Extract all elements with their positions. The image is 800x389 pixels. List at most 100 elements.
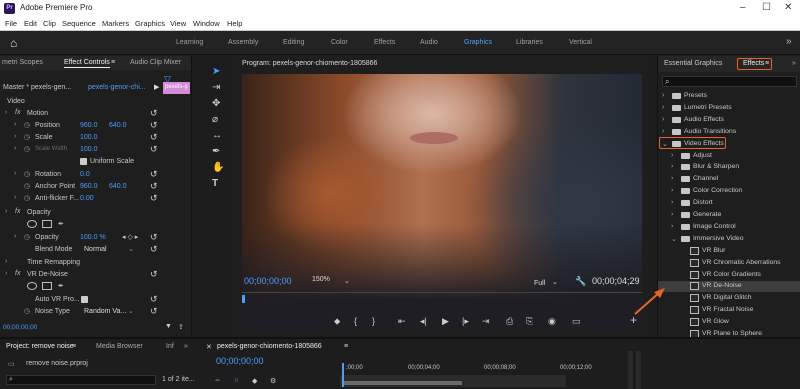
opacity-row[interactable]: › fx Opacity (0, 207, 192, 219)
effects-tree-item[interactable]: VR Digital Glitch (658, 293, 800, 304)
menu-window[interactable]: Window (193, 19, 220, 28)
chevron-right-icon[interactable]: › (662, 128, 664, 135)
pen-mask-icon[interactable]: ✒ (58, 220, 64, 228)
workspace-graphics[interactable]: Graphics (464, 39, 492, 46)
minimize-icon[interactable]: – (740, 2, 746, 13)
effects-tree-item[interactable]: VR Chromatic Aberrations (658, 258, 800, 269)
chevron-right-icon[interactable]: › (662, 116, 664, 123)
add-marker-icon[interactable]: ◆ (252, 377, 257, 385)
wrench-icon[interactable]: ⚙ (270, 377, 276, 385)
chevron-down-icon[interactable]: ⌄ (671, 235, 677, 243)
tab-info[interactable]: Inf (166, 343, 174, 350)
selection-tool-icon[interactable]: ➤ (212, 66, 220, 77)
stopwatch-icon[interactable]: ◷ (24, 170, 30, 178)
effects-tree-item[interactable]: › Distort (658, 198, 800, 209)
chevron-right-icon[interactable]: › (671, 163, 673, 170)
rectangle-mask-icon[interactable] (42, 220, 52, 228)
menu-file[interactable]: File (5, 19, 17, 28)
workspace-effects[interactable]: Effects (374, 39, 395, 46)
effects-tree-item[interactable]: › Adjust (658, 151, 800, 162)
effects-tree-item[interactable]: › Channel (658, 174, 800, 185)
wrench-icon[interactable]: 🔧 (575, 276, 586, 287)
stopwatch-icon[interactable]: ◷ (24, 194, 30, 202)
expand-chevron-icon[interactable]: › (14, 121, 16, 128)
position-x-value[interactable]: 960.0 (80, 122, 98, 129)
hand-tool-icon[interactable]: ✋ (212, 162, 224, 173)
position-y-value[interactable]: 640.0 (109, 122, 127, 129)
snap-icon[interactable]: ⇔ (214, 377, 221, 384)
reset-icon[interactable]: ↺ (150, 132, 158, 143)
keyframe-nav-icon[interactable]: ◂ ◇ ▸ (122, 233, 138, 241)
effects-tree-item[interactable]: VR Fractal Noise (658, 305, 800, 316)
stopwatch-icon[interactable]: ◷ (24, 307, 30, 315)
effect-controls-timecode[interactable]: 00;00;00;00 (3, 324, 37, 331)
program-playhead[interactable] (242, 295, 245, 303)
fx-icon[interactable]: fx (15, 109, 20, 116)
menu-sequence[interactable]: Sequence (62, 19, 96, 28)
ellipse-mask-icon[interactable] (27, 220, 37, 228)
effects-tree-item[interactable]: VR De-Noise (658, 281, 800, 293)
tab-menu-icon[interactable]: ≡ (72, 343, 76, 350)
play-only-icon[interactable]: ▶ (154, 83, 159, 91)
sequence-tab[interactable]: pexels-genor-chiomento-1805866 (217, 343, 322, 350)
anti-flicker-value[interactable]: 0.00 (80, 195, 94, 202)
anchor-x-value[interactable]: 960.0 (80, 183, 98, 190)
chevron-right-icon[interactable]: › (671, 187, 673, 194)
menu-clip[interactable]: Clip (43, 19, 56, 28)
tab-lumetri-scopes[interactable]: metri Scopes (2, 59, 43, 66)
type-tool-icon[interactable]: T (212, 178, 218, 189)
expand-chevron-icon[interactable]: › (5, 109, 7, 116)
close-tab-icon[interactable]: ✕ (206, 343, 212, 351)
timeline-clip-bar[interactable]: pexels-g (163, 82, 190, 94)
workspace-vertical[interactable]: Vertical (569, 39, 592, 46)
anchor-y-value[interactable]: 640.0 (109, 183, 127, 190)
tab-effect-controls[interactable]: Effect Controls (64, 59, 110, 68)
workspace-editing[interactable]: Editing (283, 39, 304, 46)
expand-chevron-icon[interactable]: › (5, 258, 7, 265)
reset-icon[interactable]: ↺ (150, 144, 158, 155)
reset-icon[interactable]: ↺ (150, 306, 158, 317)
workspace-libraries[interactable]: Libraries (516, 39, 543, 46)
effects-tree-item[interactable]: VR Glow (658, 317, 800, 328)
effects-tree-item[interactable]: › Lumetri Presets (658, 103, 800, 114)
add-marker-icon[interactable]: ⬥ (334, 316, 340, 327)
chevron-right-icon[interactable]: › (671, 175, 673, 182)
comparison-view-icon[interactable]: ▭ (572, 316, 581, 327)
vr-denoise-row[interactable]: › fx VR De-Noise ↺ (0, 269, 192, 281)
linked-selection-icon[interactable]: ∩ (234, 377, 239, 384)
export-frame-icon[interactable]: ◉ (548, 316, 556, 327)
effects-tree-item[interactable]: › Audio Transitions (658, 127, 800, 138)
chevron-right-icon[interactable]: › (671, 199, 673, 206)
chevron-down-icon[interactable]: ⌄ (128, 307, 134, 315)
lift-icon[interactable]: ⎙ (506, 316, 513, 327)
expand-chevron-icon[interactable]: › (14, 233, 16, 240)
clip-name[interactable]: pexels-genor-chi... (88, 84, 146, 91)
chevron-right-icon[interactable]: › (671, 152, 673, 159)
slip-tool-icon[interactable]: ↔ (212, 130, 222, 141)
workspace-learning[interactable]: Learning (176, 39, 203, 46)
razor-tool-icon[interactable]: ⌀ (212, 114, 218, 125)
effects-search-input[interactable]: ⌕ (662, 76, 797, 87)
expand-chevron-icon[interactable]: › (14, 133, 16, 140)
more-panels-icon[interactable]: » (792, 60, 796, 67)
effects-tree-item[interactable]: VR Color Gradients (658, 270, 800, 281)
time-remapping-row[interactable]: › Time Remapping (0, 257, 192, 269)
menu-view[interactable]: View (170, 19, 186, 28)
workspace-color[interactable]: Color (331, 39, 348, 46)
chevron-down-icon[interactable]: ⌄ (344, 277, 350, 285)
effects-tree-item[interactable]: › Image Control (658, 222, 800, 233)
noise-type-select[interactable]: Random Va... (84, 308, 126, 315)
chevron-right-icon[interactable]: › (662, 92, 664, 99)
workspace-audio[interactable]: Audio (420, 39, 438, 46)
tab-media-browser[interactable]: Media Browser (96, 343, 143, 350)
uniform-scale-checkbox[interactable] (80, 158, 87, 165)
ripple-edit-tool-icon[interactable]: ✥ (212, 98, 220, 109)
reset-icon[interactable]: ↺ (150, 294, 158, 305)
reset-icon[interactable]: ↺ (150, 169, 158, 180)
opacity-value[interactable]: 100.0 % (80, 234, 106, 241)
expand-chevron-icon[interactable]: › (5, 208, 7, 215)
tab-menu-icon[interactable]: ≡ (111, 59, 115, 66)
chevron-down-icon[interactable]: ⌄ (128, 245, 134, 253)
chevron-down-icon[interactable]: ⌄ (662, 140, 668, 148)
export-icon[interactable]: ⇪ (178, 323, 184, 331)
